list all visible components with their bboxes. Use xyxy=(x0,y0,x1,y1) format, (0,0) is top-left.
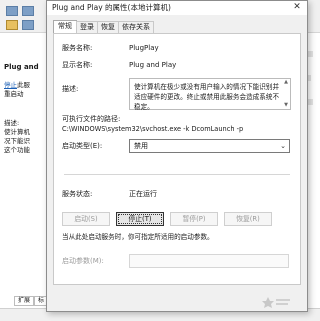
pane-desc-line: 这个功能 xyxy=(4,146,30,154)
pause-button[interactable]: 暂停(P) xyxy=(170,212,218,226)
forward-icon[interactable] xyxy=(22,6,34,16)
pane-desc-line: 况下能识 xyxy=(4,137,30,145)
chevron-down-icon[interactable]: ⌄ xyxy=(280,141,286,151)
close-icon[interactable]: ✕ xyxy=(292,2,302,13)
tab-general[interactable]: 常规 xyxy=(53,20,77,34)
pane-action-line: 停止此服 xyxy=(4,81,30,90)
pane-title: Plug and xyxy=(4,63,39,71)
pane-desc-line: 使计算机 xyxy=(4,128,30,136)
dialog-title: Plug and Play 的属性(本地计算机) xyxy=(52,3,171,12)
watermark-logo xyxy=(262,297,290,308)
service-name-label: 服务名称: xyxy=(62,44,93,52)
tab-logon[interactable]: 登录 xyxy=(76,21,98,33)
exec-path-value: C:\WINDOWS\system32\svchost.exe -k DcomL… xyxy=(62,125,244,133)
service-status-label: 服务状态: xyxy=(62,190,93,198)
stop-button[interactable]: 停止(T) xyxy=(116,212,164,226)
view-tabs: 扩展标 xyxy=(14,296,49,306)
resume-button[interactable]: 恢复(R) xyxy=(224,212,272,226)
service-properties-dialog: Plug and Play 的属性(本地计算机) ✕ 常规 登录 恢复 依存关系… xyxy=(46,0,308,312)
general-tab-panel: 服务名称: PlugPlay 显示名称: Plug and Play 描述: 使… xyxy=(53,33,301,285)
description-label: 描述: xyxy=(62,85,79,93)
tab-recovery[interactable]: 恢复 xyxy=(97,21,119,33)
start-params-label: 启动参数(M): xyxy=(62,257,104,265)
service-name-value: PlugPlay xyxy=(129,44,159,52)
title-bar[interactable]: Plug and Play 的属性(本地计算机) ✕ xyxy=(47,1,307,15)
startup-type-label: 启动类型(E): xyxy=(62,142,103,150)
display-name-label: 显示名称: xyxy=(62,61,93,69)
divider xyxy=(64,174,290,175)
window-icon[interactable] xyxy=(22,20,34,30)
pane-link-suffix: 此服 xyxy=(17,81,30,89)
exec-path-label: 可执行文件的路径: xyxy=(62,115,121,123)
pane-action-line-2: 重启动 xyxy=(4,90,24,98)
service-status-value: 正在运行 xyxy=(129,190,157,198)
tab-extended[interactable]: 扩展 xyxy=(14,296,35,306)
description-box[interactable]: 使计算机在极少或没有用户输入的情况下能识别并适应硬件的更改。终止或禁用此服务会造… xyxy=(129,78,291,111)
folder-icon[interactable] xyxy=(6,20,18,30)
startup-type-dropdown[interactable]: 禁用 ⌄ xyxy=(129,139,290,153)
description-text: 使计算机在极少或没有用户输入的情况下能识别并适应硬件的更改。终止或禁用此服务会造… xyxy=(134,83,280,111)
start-params-hint: 当从此处启动服务时，你可指定所适用的启动参数。 xyxy=(62,233,214,241)
start-params-input[interactable] xyxy=(129,254,289,268)
display-name-value: Plug and Play xyxy=(129,61,177,69)
scroll-down-icon[interactable]: ▼ xyxy=(283,103,289,108)
back-icon[interactable] xyxy=(6,6,18,16)
start-button[interactable]: 启动(S) xyxy=(62,212,110,226)
pane-desc-label: 描述: xyxy=(4,119,20,127)
description-scrollbar[interactable]: ▲ ▼ xyxy=(282,79,290,109)
tab-dependencies[interactable]: 依存关系 xyxy=(118,21,154,33)
scroll-up-icon[interactable]: ▲ xyxy=(283,80,289,85)
stop-service-link[interactable]: 停止 xyxy=(4,81,17,89)
startup-type-value: 禁用 xyxy=(134,142,148,150)
